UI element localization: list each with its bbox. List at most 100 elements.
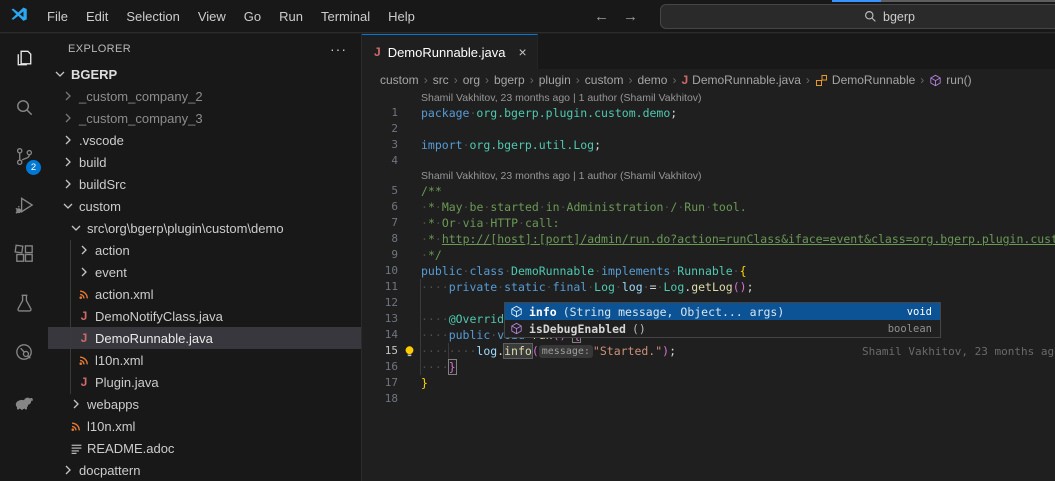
extensions-icon[interactable]: [0, 230, 48, 279]
code-line-15[interactable]: 15········log.info(message:"Started.");S…: [362, 343, 1055, 359]
breadcrumb-demorunnable[interactable]: DemoRunnable: [815, 73, 915, 87]
tree-item-l10n-xml[interactable]: l10n.xml: [48, 415, 361, 437]
inspect-icon[interactable]: [0, 328, 48, 377]
code-line-3[interactable]: 3import·org.bgerp.util.Log;: [362, 137, 1055, 153]
token: final: [553, 280, 588, 294]
more-actions-icon[interactable]: ···: [330, 41, 347, 57]
code-line-17[interactable]: 17}: [362, 375, 1055, 391]
code-editor[interactable]: Shamil Vakhitov, 23 months ago | 1 autho…: [362, 91, 1055, 481]
tree-item-bgerp[interactable]: BGERP: [48, 63, 361, 85]
token: ·: [504, 264, 511, 278]
menu-selection[interactable]: Selection: [117, 5, 188, 28]
line-number: 4: [362, 153, 398, 169]
code-text: ····private·static·final·Log·log·=·Log.g…: [421, 279, 754, 295]
breadcrumb-plugin[interactable]: plugin: [539, 73, 571, 87]
breadcrumb-org[interactable]: org: [463, 73, 480, 87]
close-icon[interactable]: ×: [518, 44, 526, 60]
tab-demorunnable[interactable]: J DemoRunnable.java ×: [362, 34, 538, 69]
breadcrumb-demo[interactable]: demo: [637, 73, 667, 87]
codelens-blame[interactable]: Shamil Vakhitov, 23 months ago | 1 autho…: [362, 91, 1055, 105]
menu-help[interactable]: Help: [379, 5, 424, 28]
chevron-right-icon: [60, 132, 76, 148]
tree-item--custom-company-3[interactable]: _custom_company_3: [48, 107, 361, 129]
source-control-icon[interactable]: 2: [0, 132, 48, 181]
code-text: }: [421, 375, 428, 391]
inline-blame: Shamil Vakhitov, 23 months ago • DemoRun…: [862, 344, 1055, 360]
code-line-9[interactable]: 9·*/: [362, 247, 1055, 263]
tree-item-label: docpattern: [79, 463, 140, 478]
breadcrumb-separator: ›: [485, 73, 489, 87]
scm-badge: 2: [26, 160, 41, 175]
back-icon[interactable]: ←: [594, 8, 609, 25]
forward-icon[interactable]: →: [623, 8, 638, 25]
tree-item-demonotifyclass-java[interactable]: JDemoNotifyClass.java: [48, 305, 361, 327]
code-line-10[interactable]: 10public·class·DemoRunnable·implements·R…: [362, 263, 1055, 279]
tree-item--custom-company-2[interactable]: _custom_company_2: [48, 85, 361, 107]
code-line-1[interactable]: 1package·org.bgerp.plugin.custom.demo;: [362, 105, 1055, 121]
breadcrumb-custom[interactable]: custom: [380, 73, 419, 87]
gradle-icon[interactable]: [0, 377, 48, 426]
command-center-search[interactable]: bgerp: [660, 4, 1055, 29]
menu-terminal[interactable]: Terminal: [312, 5, 379, 28]
chevron-right-icon: [60, 110, 76, 126]
menu-view[interactable]: View: [189, 5, 235, 28]
breadcrumb-separator: ›: [806, 73, 810, 87]
gutter-slot: [398, 279, 421, 295]
tree-item-plugin-java[interactable]: JPlugin.java: [48, 371, 361, 393]
code-text: ·*·Or·via·HTTP·call:: [421, 215, 560, 231]
menu-file[interactable]: File: [38, 5, 77, 28]
tree-item-webapps[interactable]: webapps: [48, 393, 361, 415]
tab-label: DemoRunnable.java: [388, 45, 506, 60]
line-number: 6: [362, 199, 398, 215]
code-line-8[interactable]: 8·*·http://[host]:[port]/admin/run.do?ac…: [362, 231, 1055, 247]
gutter-slot: [398, 105, 421, 121]
menu-go[interactable]: Go: [235, 5, 270, 28]
token: info: [504, 344, 532, 358]
tree-item-docpattern[interactable]: docpattern: [48, 459, 361, 481]
explorer-icon[interactable]: [0, 34, 48, 83]
code-text: import·org.bgerp.util.Log;: [421, 137, 601, 153]
tree-item-demorunnable-java[interactable]: JDemoRunnable.java: [48, 327, 361, 349]
tree-item-label: _custom_company_2: [79, 89, 203, 104]
menu-run[interactable]: Run: [270, 5, 312, 28]
code-line-7[interactable]: 7·*·Or·via·HTTP·call:: [362, 215, 1055, 231]
tree-item-l10n-xml[interactable]: l10n.xml: [48, 349, 361, 371]
suggest-return-type: boolean: [888, 323, 932, 335]
token: ;: [747, 280, 754, 294]
breadcrumb-demorunnable-java[interactable]: JDemoRunnable.java: [681, 73, 800, 87]
codelens-blame[interactable]: Shamil Vakhitov, 23 months ago | 1 autho…: [362, 169, 1055, 183]
breadcrumb-custom[interactable]: custom: [585, 73, 624, 87]
tree-item-custom[interactable]: custom: [48, 195, 361, 217]
tree-item-src-org-bgerp-plugin-custom-demo[interactable]: src\org\bgerp\plugin\custom\demo: [48, 217, 361, 239]
suggest-item-info[interactable]: info(String message, Object... args)void: [505, 303, 940, 320]
tree-item-label: DemoRunnable.java: [95, 331, 213, 346]
code-line-16[interactable]: 16····}: [362, 359, 1055, 375]
run-debug-icon[interactable]: [0, 181, 48, 230]
lightbulb-icon[interactable]: [398, 343, 421, 359]
tree-item-build[interactable]: build: [48, 151, 361, 173]
tree-item-buildsrc[interactable]: buildSrc: [48, 173, 361, 195]
code-line-18[interactable]: 18: [362, 391, 1055, 407]
breadcrumb-bgerp[interactable]: bgerp: [494, 73, 525, 87]
gutter-slot: [398, 183, 421, 199]
testing-icon[interactable]: [0, 279, 48, 328]
suggest-item-isdebugenabled[interactable]: isDebugEnabled()boolean: [505, 320, 940, 337]
tree-item--vscode[interactable]: .vscode: [48, 129, 361, 151]
search-icon[interactable]: [0, 83, 48, 132]
breadcrumb-src[interactable]: src: [433, 73, 449, 87]
tree-item-action[interactable]: action: [48, 239, 361, 261]
code-line-6[interactable]: 6·*·May·be·started·in·Administration·/·R…: [362, 199, 1055, 215]
code-line-11[interactable]: 11····private·static·final·Log·log·=·Log…: [362, 279, 1055, 295]
tree-item-event[interactable]: event: [48, 261, 361, 283]
tree-item-readme-adoc[interactable]: README.adoc: [48, 437, 361, 459]
code-line-2[interactable]: 2: [362, 121, 1055, 137]
code-line-4[interactable]: 4: [362, 153, 1055, 169]
menu-edit[interactable]: Edit: [77, 5, 117, 28]
tree-item-action-xml[interactable]: action.xml: [48, 283, 361, 305]
chevron-right-icon: [60, 154, 76, 170]
chevron-down-icon: [52, 66, 68, 82]
token: static: [504, 280, 546, 294]
breadcrumb-run-[interactable]: run(): [929, 73, 971, 87]
token: ····: [421, 328, 449, 342]
code-line-5[interactable]: 5/**: [362, 183, 1055, 199]
